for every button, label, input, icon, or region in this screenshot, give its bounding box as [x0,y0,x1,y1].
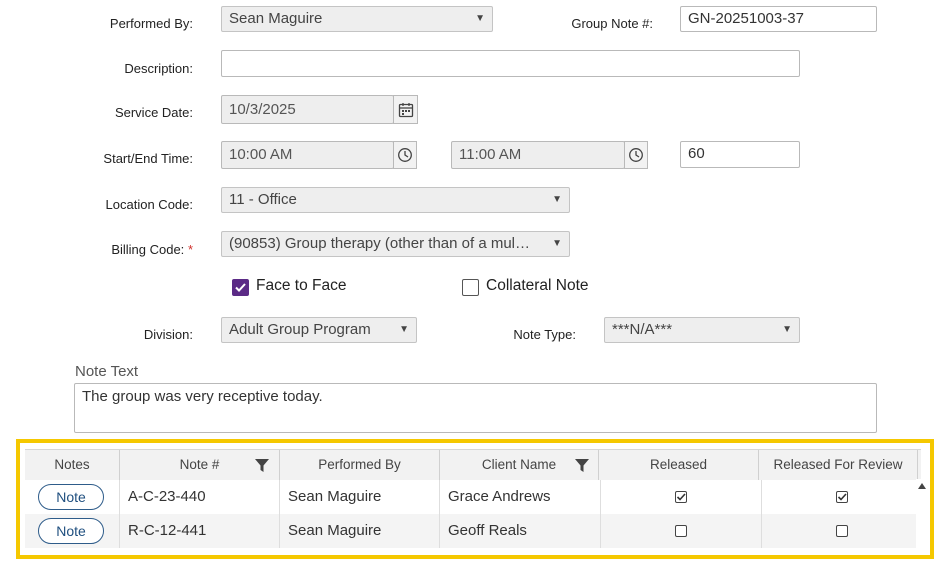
chevron-down-icon: ▼ [475,13,485,24]
service-date-field[interactable]: 10/3/2025 [221,95,394,124]
column-header-released-for-review[interactable]: Released For Review [759,450,918,480]
performed-by-label: Performed By: [109,16,193,31]
table-row: Note R-C-12-441 Sean Maguire Geoff Reals [25,514,921,548]
released-for-review-checkbox[interactable] [836,491,848,503]
chevron-down-icon: ▼ [552,238,562,249]
column-header-client-name-label: Client Name [481,457,557,472]
notes-cell: Note [25,514,120,548]
group-note-label: Group Note #: [571,16,653,31]
calendar-button[interactable] [393,95,418,124]
location-code-select[interactable]: 11 - Office ▼ [221,187,570,213]
end-time-clock-button[interactable] [624,141,648,169]
billing-code-label: Billing Code: * [60,242,193,257]
column-header-client-name[interactable]: Client Name [440,450,599,480]
billing-code-label-text: Billing Code: [111,242,185,257]
column-header-released[interactable]: Released [599,450,759,480]
group-notes-grid: Notes Note # Performed By Client Name Re… [16,439,934,559]
column-header-note-number-label: Note # [179,457,220,472]
scroll-up-arrow-icon[interactable] [916,481,928,491]
column-header-notes[interactable]: Notes [25,450,120,480]
division-value: Adult Group Program [229,321,371,338]
location-code-label: Location Code: [105,197,193,212]
grid-header: Notes Note # Performed By Client Name Re… [25,449,921,481]
column-header-note-number[interactable]: Note # [120,450,280,480]
performed-by-value: Sean Maguire [229,10,323,27]
note-button[interactable]: Note [38,518,104,544]
service-date-label: Service Date: [114,105,193,120]
check-icon [676,493,686,501]
client-name-cell: Geoff Reals [440,514,601,548]
start-time-clock-button[interactable] [393,141,417,169]
note-number-cell: A-C-23-440 [120,480,280,514]
required-marker: * [187,242,193,257]
note-number-cell: R-C-12-441 [120,514,280,548]
filter-icon[interactable] [574,458,590,473]
division-select[interactable]: Adult Group Program ▼ [221,317,417,343]
released-for-review-cell [762,480,921,514]
division-label: Division: [143,327,193,342]
performed-by-cell: Sean Maguire [280,514,440,548]
chevron-down-icon: ▼ [399,324,409,335]
chevron-down-icon: ▼ [782,324,792,335]
performed-by-select[interactable]: Sean Maguire ▼ [221,6,493,32]
billing-code-value: (90853) Group therapy (other than of a m… [229,235,530,252]
note-text-label: Note Text [75,363,139,380]
duration-field[interactable]: 60 [680,141,800,168]
grid-scrollbar[interactable] [916,479,928,549]
description-field[interactable] [221,50,800,77]
released-for-review-checkbox[interactable] [836,525,848,537]
check-icon [235,283,246,292]
group-note-field[interactable]: GN-20251003-37 [680,6,877,32]
notes-cell: Note [25,480,120,514]
note-type-select[interactable]: ***N/A*** ▼ [604,317,800,343]
released-for-review-cell [762,514,921,548]
table-row: Note A-C-23-440 Sean Maguire Grace Andre… [25,480,921,514]
clock-icon [629,148,643,162]
column-header-performed-by[interactable]: Performed By [280,450,440,480]
note-type-value: ***N/A*** [612,321,673,338]
performed-by-cell: Sean Maguire [280,480,440,514]
note-text-area[interactable]: The group was very receptive today. [74,383,877,433]
released-checkbox[interactable] [675,525,687,537]
face-to-face-label: Face to Face [256,277,347,294]
client-name-cell: Grace Andrews [440,480,601,514]
end-time-field[interactable]: 11:00 AM [451,141,625,169]
released-cell [601,480,762,514]
released-cell [601,514,762,548]
face-to-face-checkbox[interactable] [232,279,249,296]
note-button[interactable]: Note [38,484,104,510]
released-checkbox[interactable] [675,491,687,503]
description-label: Description: [124,61,193,76]
start-time-field[interactable]: 10:00 AM [221,141,394,169]
filter-icon[interactable] [254,458,270,473]
chevron-down-icon: ▼ [552,194,562,205]
note-type-label: Note Type: [513,327,576,342]
clock-icon [398,148,412,162]
collateral-note-checkbox[interactable] [462,279,479,296]
check-icon [837,493,847,501]
billing-code-select[interactable]: (90853) Group therapy (other than of a m… [221,231,570,257]
start-end-time-label: Start/End Time: [103,151,193,166]
calendar-icon [398,102,413,117]
collateral-note-label: Collateral Note [486,277,589,294]
location-code-value: 11 - Office [229,191,297,208]
